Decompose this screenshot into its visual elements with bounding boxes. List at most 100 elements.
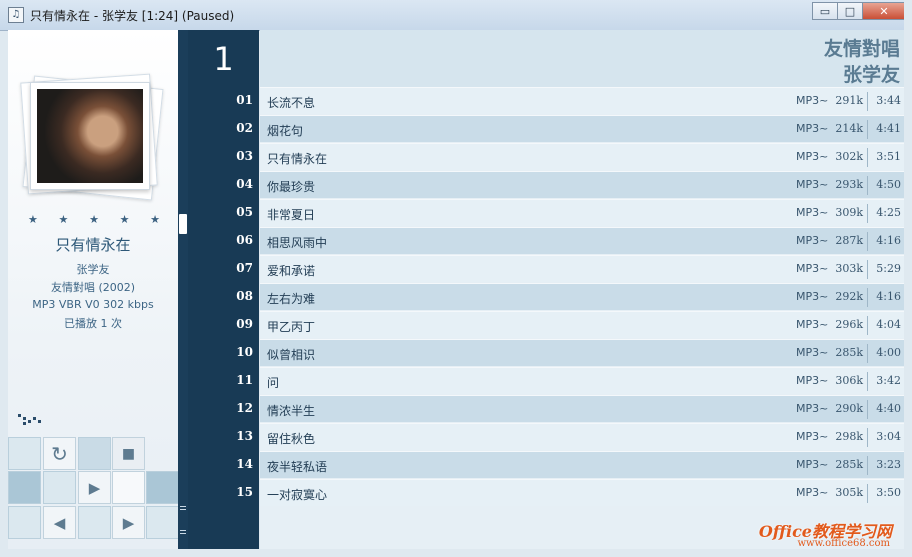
track-row[interactable]: 非常夏日 MP3~ 309k 4:25 [260,199,904,226]
track-duration: 4:25 [876,206,901,219]
title-bar: ♫ 只有情永在 - 张学友 [1:24] (Paused) ▭ □ ✕ [0,0,912,31]
track-number: 10 [236,345,253,359]
track-row[interactable]: 长流不息 MP3~ 291k 3:44 [260,87,904,114]
panel-grip-icon[interactable] [18,414,44,426]
previous-icon: ◀ [53,513,66,532]
now-playing-album[interactable]: 友情對唱 (2002) [8,279,178,295]
control-tile [78,506,111,539]
track-title: 相思风雨中 [267,236,328,250]
rating-star-icon[interactable]: ★ [89,213,99,226]
track-bitrate: 309k [835,206,863,219]
rating-stars[interactable]: ★ ★ ★ ★ ★ [28,213,160,226]
track-bitrate: 302k [835,150,863,163]
splitter-handle[interactable] [179,214,187,234]
repeat-button[interactable]: ↻ [43,437,76,470]
now-playing-title: 只有情永在 [55,236,131,254]
control-tile-blank [112,471,145,504]
track-title: 爱和承诺 [267,264,316,278]
track-duration: 4:00 [876,346,901,359]
panel-splitter[interactable] [178,30,188,549]
track-duration: 5:29 [876,262,901,275]
track-number: 05 [236,205,253,219]
track-duration: 3:44 [876,94,901,107]
track-row[interactable]: 情浓半生 MP3~ 290k 4:40 [260,395,904,422]
track-number-column: 1 01 02 03 04 05 06 07 08 09 10 11 12 13 14 15 [188,30,259,549]
track-duration: 4:16 [876,234,901,247]
track-number: 09 [236,317,253,331]
track-duration: 3:42 [876,374,901,387]
track-bitrate: 285k [835,346,863,359]
track-column-separator [867,260,868,279]
app-icon[interactable]: ♫ [8,7,24,23]
track-format: MP3~ [796,262,829,275]
track-row[interactable]: 你最珍贵 MP3~ 293k 4:50 [260,171,904,198]
track-title: 似曾相识 [267,348,316,362]
track-row[interactable]: 一对寂寞心 MP3~ 305k 3:50 [260,479,904,506]
next-button[interactable]: ▶ [112,506,145,539]
track-format: MP3~ [796,234,829,247]
rating-star-icon[interactable]: ★ [59,213,69,226]
track-bitrate: 287k [835,234,863,247]
track-bitrate: 285k [835,458,863,471]
control-tile [78,437,111,470]
album-artist: 张学友 [842,64,900,86]
track-row[interactable]: 甲乙丙丁 MP3~ 296k 4:04 [260,311,904,338]
track-number: 04 [236,177,253,191]
track-column-separator [867,428,868,447]
album-art[interactable] [30,82,150,190]
track-bitrate: 305k [835,486,863,499]
track-duration: 4:16 [876,290,901,303]
track-number: 03 [236,149,253,163]
track-duration: 3:04 [876,430,901,443]
track-title: 非常夏日 [267,208,316,222]
track-row[interactable]: 问 MP3~ 306k 3:42 [260,367,904,394]
track-row[interactable]: 只有情永在 MP3~ 302k 3:51 [260,143,904,170]
control-tile [8,437,41,470]
previous-button[interactable]: ◀ [43,506,76,539]
track-row[interactable]: 相思风雨中 MP3~ 287k 4:16 [260,227,904,254]
track-format: MP3~ [796,458,829,471]
track-row[interactable]: 烟花句 MP3~ 214k 4:41 [260,115,904,142]
track-row[interactable]: 似曾相识 MP3~ 285k 4:00 [260,339,904,366]
maximize-button[interactable]: □ [837,2,863,20]
track-title: 夜半轻私语 [267,460,328,474]
stop-icon: ■ [121,445,136,462]
track-title: 一对寂寞心 [267,488,328,502]
now-playing-panel: ★ ★ ★ ★ ★ 只有情永在 张学友 友情對唱 (2002) MP3 VBR … [8,30,179,549]
track-column-separator [867,204,868,223]
track-row[interactable]: 左右为难 MP3~ 292k 4:16 [260,283,904,310]
control-tile [8,506,41,539]
track-number: 11 [236,373,253,387]
track-title: 问 [267,376,280,390]
control-tile [146,471,179,504]
track-duration: 4:04 [876,318,901,331]
play-button[interactable]: ▶ [78,471,111,504]
track-format: MP3~ [796,290,829,303]
disc-number: 1 [213,40,234,78]
rating-star-icon[interactable]: ★ [150,213,160,226]
track-column-separator [867,400,868,419]
close-button[interactable]: ✕ [862,2,906,20]
track-title: 只有情永在 [267,152,328,166]
window-controls: ▭ □ ✕ [812,2,906,20]
now-playing-artist[interactable]: 张学友 [8,261,178,277]
track-duration: 3:51 [876,150,901,163]
rating-star-icon[interactable]: ★ [28,213,38,226]
track-number: 15 [236,485,253,499]
stop-button[interactable]: ■ [112,437,145,470]
track-number: 02 [236,121,253,135]
minimize-button[interactable]: ▭ [812,2,838,20]
track-row[interactable]: 爱和承诺 MP3~ 303k 5:29 [260,255,904,282]
track-number: 12 [236,401,253,415]
window-title: 只有情永在 - 张学友 [1:24] (Paused) [30,9,235,23]
play-icon: ▶ [88,478,101,497]
track-row[interactable]: 留住秋色 MP3~ 298k 3:04 [260,423,904,450]
splitter-grip-mark [180,533,186,534]
window-right-border [904,0,912,557]
track-title: 长流不息 [267,96,316,110]
track-row[interactable]: 夜半轻私语 MP3~ 285k 3:23 [260,451,904,478]
track-bitrate: 292k [835,290,863,303]
rating-star-icon[interactable]: ★ [120,213,130,226]
track-duration: 3:23 [876,458,901,471]
track-column-separator [867,176,868,195]
